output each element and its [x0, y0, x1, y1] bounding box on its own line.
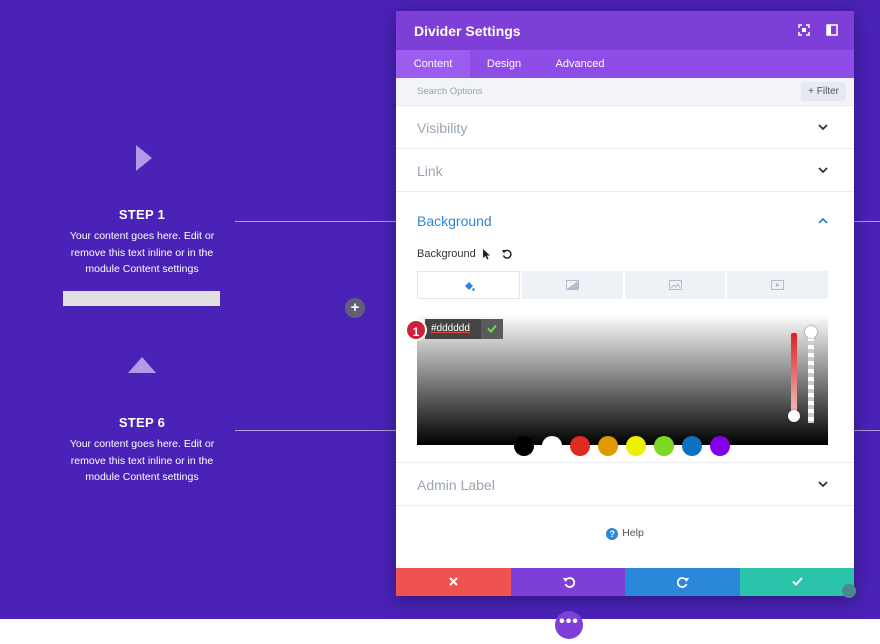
search-input[interactable]: Search Options [417, 86, 482, 97]
add-module-button[interactable]: + [345, 298, 365, 318]
triangle-up-icon [128, 357, 156, 373]
modal-footer [396, 568, 854, 596]
settings-tabs: Content Design Advanced [396, 50, 854, 78]
placeholder-block[interactable] [63, 291, 220, 306]
filter-button[interactable]: + Filter [801, 82, 846, 101]
opacity-slider[interactable] [808, 333, 814, 423]
color-fill-icon [465, 282, 475, 291]
reset-icon[interactable] [502, 249, 512, 259]
more-options-button[interactable]: ••• [555, 611, 583, 639]
undo-button[interactable] [510, 568, 625, 596]
section-title: Admin Label [417, 477, 495, 493]
tab-image[interactable] [624, 271, 726, 299]
help-label[interactable]: Help [622, 527, 644, 539]
modal-header: Divider Settings [396, 11, 854, 50]
step-text: Your content goes here. Edit or remove t… [62, 436, 222, 486]
divider-line [854, 221, 880, 222]
divider-line [235, 221, 396, 222]
image-icon [668, 280, 682, 290]
divider-settings-modal: Divider Settings Content Design Advanced… [396, 11, 854, 596]
step-number-badge: 1 [405, 319, 427, 341]
modal-resize-handle[interactable] [842, 584, 856, 598]
discard-icon [449, 577, 458, 586]
tab-content[interactable]: Content [396, 50, 470, 78]
tab-gradient[interactable] [521, 271, 623, 299]
background-type-tabs [417, 271, 828, 299]
step-text-line: remove this text inline or in the [70, 246, 214, 259]
undo-icon [562, 577, 575, 588]
section-background: Background Background #dddddd 1 [396, 192, 854, 463]
opacity-slider-handle[interactable] [805, 326, 817, 338]
save-button[interactable] [739, 568, 854, 596]
tab-advanced[interactable]: Advanced [538, 50, 622, 78]
hue-slider-handle[interactable] [788, 410, 800, 422]
cursor-icon[interactable] [483, 249, 491, 260]
discard-button[interactable] [396, 568, 511, 596]
step-text: Your content goes here. Edit or remove t… [62, 228, 222, 278]
color-swatch[interactable] [542, 436, 562, 456]
hue-slider[interactable] [791, 333, 797, 417]
gradient-icon [565, 280, 579, 290]
sidebar-toggle-icon[interactable] [826, 24, 838, 36]
section-title[interactable]: Background [417, 213, 492, 229]
section-admin-label[interactable]: Admin Label [396, 463, 854, 506]
color-swatch[interactable] [654, 436, 674, 456]
color-picker[interactable]: #dddddd 1 [405, 314, 828, 456]
section-visibility[interactable]: Visibility [396, 106, 854, 149]
step-text-line: module Content settings [85, 263, 199, 275]
color-swatch[interactable] [514, 436, 534, 456]
fullscreen-icon[interactable] [798, 24, 810, 36]
chevron-down-icon[interactable] [818, 124, 828, 131]
chevron-down-icon[interactable] [818, 481, 828, 488]
color-swatch[interactable] [626, 436, 646, 456]
color-swatch[interactable] [598, 436, 618, 456]
color-swatch[interactable] [682, 436, 702, 456]
step-text-line: module Content settings [85, 471, 199, 483]
help-link[interactable]: ? Help [396, 527, 854, 540]
triangle-right-icon [136, 145, 152, 171]
section-title: Visibility [417, 120, 468, 136]
step-text-line: remove this text inline or in the [70, 454, 214, 467]
tab-design[interactable]: Design [470, 50, 538, 78]
color-swatch[interactable] [570, 436, 590, 456]
chevron-down-icon[interactable] [818, 167, 828, 174]
tab-video[interactable] [727, 271, 828, 299]
video-icon [771, 280, 785, 290]
hex-confirm-button[interactable] [481, 319, 503, 339]
chevron-up-icon[interactable] [818, 217, 828, 224]
step-text-line: Your content goes here. Edit or [69, 438, 215, 450]
tab-color-fill[interactable] [417, 271, 520, 299]
redo-button[interactable] [625, 568, 740, 596]
help-icon: ? [606, 528, 619, 540]
hex-input[interactable]: #dddddd [425, 319, 503, 339]
divider-line [235, 430, 396, 431]
save-check-icon [791, 577, 803, 586]
step-text-line: Your content goes here. Edit or [69, 230, 215, 242]
section-title: Link [417, 163, 443, 179]
divider-line [854, 430, 880, 431]
step-title: STEP 1 [118, 207, 166, 222]
section-link[interactable]: Link [396, 149, 854, 192]
modal-title: Divider Settings [414, 23, 521, 39]
background-field-label: Background [417, 248, 476, 260]
step-title: STEP 6 [118, 415, 166, 430]
redo-icon [677, 577, 689, 588]
color-swatch[interactable] [710, 436, 730, 456]
check-icon [487, 324, 497, 333]
search-options-bar: Search Options + Filter [396, 78, 854, 106]
hex-value[interactable]: #dddddd [431, 319, 470, 339]
